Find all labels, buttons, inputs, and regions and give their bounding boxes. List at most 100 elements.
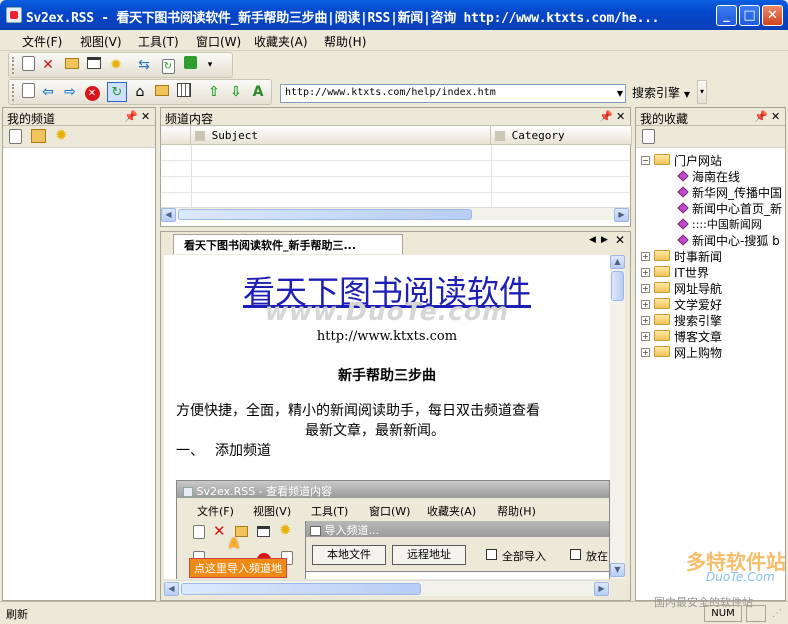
toolbar-overflow-icon[interactable]: ▾ — [697, 80, 707, 104]
toolbar-grip[interactable] — [12, 57, 15, 74]
menu-help[interactable]: 帮助(H) — [324, 33, 366, 50]
lock-icon[interactable] — [181, 56, 199, 74]
new-page-icon[interactable] — [19, 83, 37, 101]
search-engine-label: 搜索引擎 — [632, 86, 681, 100]
scroll-thumb[interactable] — [178, 209, 472, 220]
column-header-subject[interactable]: Subject — [191, 126, 491, 145]
grid-icon[interactable] — [175, 83, 193, 101]
scroll-left-icon[interactable]: ◀ — [161, 208, 176, 222]
status-text: 刷新 — [6, 608, 28, 621]
expand-icon[interactable]: + — [641, 268, 650, 277]
tree-label: 新闻中心首页_新 — [692, 202, 783, 216]
folder-icon[interactable] — [153, 83, 171, 101]
expand-icon[interactable]: + — [641, 252, 650, 261]
refresh-page-icon[interactable]: ↻ — [159, 56, 177, 74]
tree-folder-literature[interactable]: + 文学爱好 — [636, 296, 785, 312]
toolbar-grip[interactable] — [12, 84, 15, 101]
expand-icon[interactable]: + — [641, 348, 650, 357]
resize-grip-icon[interactable]: ⋰ — [772, 608, 782, 619]
step-1-number: 一、 — [176, 443, 204, 459]
edit-channel-icon[interactable] — [31, 129, 46, 143]
tree-item[interactable]: 海南在线 — [636, 168, 785, 184]
expand-icon[interactable]: + — [641, 300, 650, 309]
stop-icon[interactable]: ✕ — [83, 83, 101, 101]
tree-folder-blogs[interactable]: + 博客文章 — [636, 328, 785, 344]
new-channel-icon[interactable] — [9, 129, 22, 144]
tree-label: IT世界 — [674, 266, 709, 280]
tab-scroll-right-icon[interactable]: ▶ — [601, 235, 608, 245]
menu-favorites[interactable]: 收藏夹(A) — [254, 33, 308, 50]
search-engine-dropdown[interactable]: 搜索引擎 ▼ — [632, 84, 690, 101]
open-folder-icon[interactable] — [63, 56, 81, 74]
refresh-icon[interactable]: ↻ — [107, 82, 127, 102]
pin-icon[interactable]: 📌 — [124, 110, 138, 123]
back-arrow-icon[interactable]: ⇦ — [39, 83, 57, 101]
menu-view[interactable]: 视图(V) — [80, 33, 122, 50]
scroll-up-icon[interactable]: ▲ — [610, 255, 625, 269]
menu-file[interactable]: 文件(F) — [22, 33, 62, 50]
scroll-thumb[interactable] — [611, 271, 624, 301]
scroll-down-icon[interactable]: ▼ — [610, 563, 625, 577]
pin-icon[interactable]: 📌 — [599, 110, 613, 123]
tree-folder-search[interactable]: + 搜索引擎 — [636, 312, 785, 328]
collapse-icon[interactable]: − — [641, 156, 650, 165]
expand-icon[interactable]: + — [641, 316, 650, 325]
sparkle-icon[interactable]: ✹ — [55, 126, 68, 144]
tree-folder-current-news[interactable]: + 时事新闻 — [636, 248, 785, 264]
tree-item[interactable]: 新华网_传播中国 — [636, 184, 785, 200]
channel-horizontal-scrollbar[interactable]: ◀ ▶ — [161, 207, 630, 222]
address-input[interactable]: http://www.ktxts.com/help/index.htm — [280, 84, 626, 103]
calendar-icon[interactable] — [85, 56, 103, 74]
column-header-blank — [161, 126, 191, 145]
close-button[interactable]: ✕ — [762, 5, 783, 26]
gem-icon — [677, 170, 689, 182]
shot-dialog-title: 导入频道... — [324, 524, 380, 537]
tree-folder-site-nav[interactable]: + 网址导航 — [636, 280, 785, 296]
scroll-right-icon[interactable]: ▶ — [614, 208, 629, 222]
chevron-down-icon: ▼ — [683, 90, 690, 99]
down-arrow-icon[interactable]: ⇩ — [227, 83, 245, 101]
new-channel-icon[interactable] — [19, 56, 37, 74]
tree-folder-portals[interactable]: − 门户网站 — [636, 152, 785, 168]
document-vertical-scrollbar[interactable]: ▲ ▼ — [610, 255, 625, 579]
expand-icon[interactable]: + — [641, 332, 650, 341]
scroll-right-icon[interactable]: ▶ — [594, 582, 609, 596]
tab-scroll-left-icon[interactable]: ◀ — [589, 235, 596, 245]
pin-icon[interactable]: 📌 — [754, 110, 768, 123]
dropdown-arrow-icon[interactable]: ▾ — [201, 56, 219, 74]
close-tab-icon[interactable]: ✕ — [615, 233, 625, 247]
channel-content-header: 频道内容 📌 ✕ — [161, 108, 630, 126]
forward-arrow-icon[interactable]: ⇨ — [61, 83, 79, 101]
tree-item[interactable]: 新闻中心首页_新 — [636, 200, 785, 216]
tree-label: 搜索引擎 — [674, 314, 723, 328]
tree-folder-it-world[interactable]: + IT世界 — [636, 264, 785, 280]
up-arrow-icon[interactable]: ⇧ — [205, 83, 223, 101]
update-icon[interactable]: ⇆ — [135, 56, 153, 74]
close-panel-icon[interactable]: ✕ — [141, 110, 150, 123]
menu-window[interactable]: 窗口(W) — [196, 33, 241, 50]
tree-label: 网上购物 — [674, 346, 723, 360]
address-dropdown-icon[interactable]: ▼ — [614, 85, 626, 102]
tree-item[interactable]: ::::中国新闻网 — [636, 216, 785, 232]
tab-document[interactable]: 看天下图书阅读软件_新手帮助三... — [173, 234, 403, 254]
scroll-left-icon[interactable]: ◀ — [164, 582, 179, 596]
maximize-button[interactable]: □ — [739, 5, 760, 26]
gem-icon — [677, 186, 689, 198]
menu-tools[interactable]: 工具(T) — [138, 33, 179, 50]
add-favorite-icon[interactable] — [642, 129, 655, 144]
close-panel-icon[interactable]: ✕ — [616, 110, 625, 123]
minimize-button[interactable]: _ — [716, 5, 737, 26]
scroll-thumb[interactable] — [181, 583, 421, 595]
expand-icon[interactable]: + — [641, 284, 650, 293]
delete-icon[interactable]: ✕ — [39, 56, 57, 74]
document-horizontal-scrollbar[interactable]: ◀ ▶ — [164, 580, 610, 596]
tree-item[interactable]: 新闻中心-搜狐 b — [636, 232, 785, 248]
title-bar[interactable]: Sv2ex.RSS - 看天下图书阅读软件_新手帮助三步曲|阅读|RSS|新闻|… — [0, 0, 788, 30]
sparkle-icon[interactable]: ✹ — [107, 56, 125, 74]
font-size-icon[interactable]: A — [249, 83, 267, 101]
close-panel-icon[interactable]: ✕ — [771, 110, 780, 123]
home-icon[interactable]: ⌂ — [131, 83, 149, 101]
tree-folder-shopping[interactable]: + 网上购物 — [636, 344, 785, 360]
column-subject-label: Subject — [211, 129, 258, 142]
column-header-category[interactable]: Category — [491, 126, 632, 145]
